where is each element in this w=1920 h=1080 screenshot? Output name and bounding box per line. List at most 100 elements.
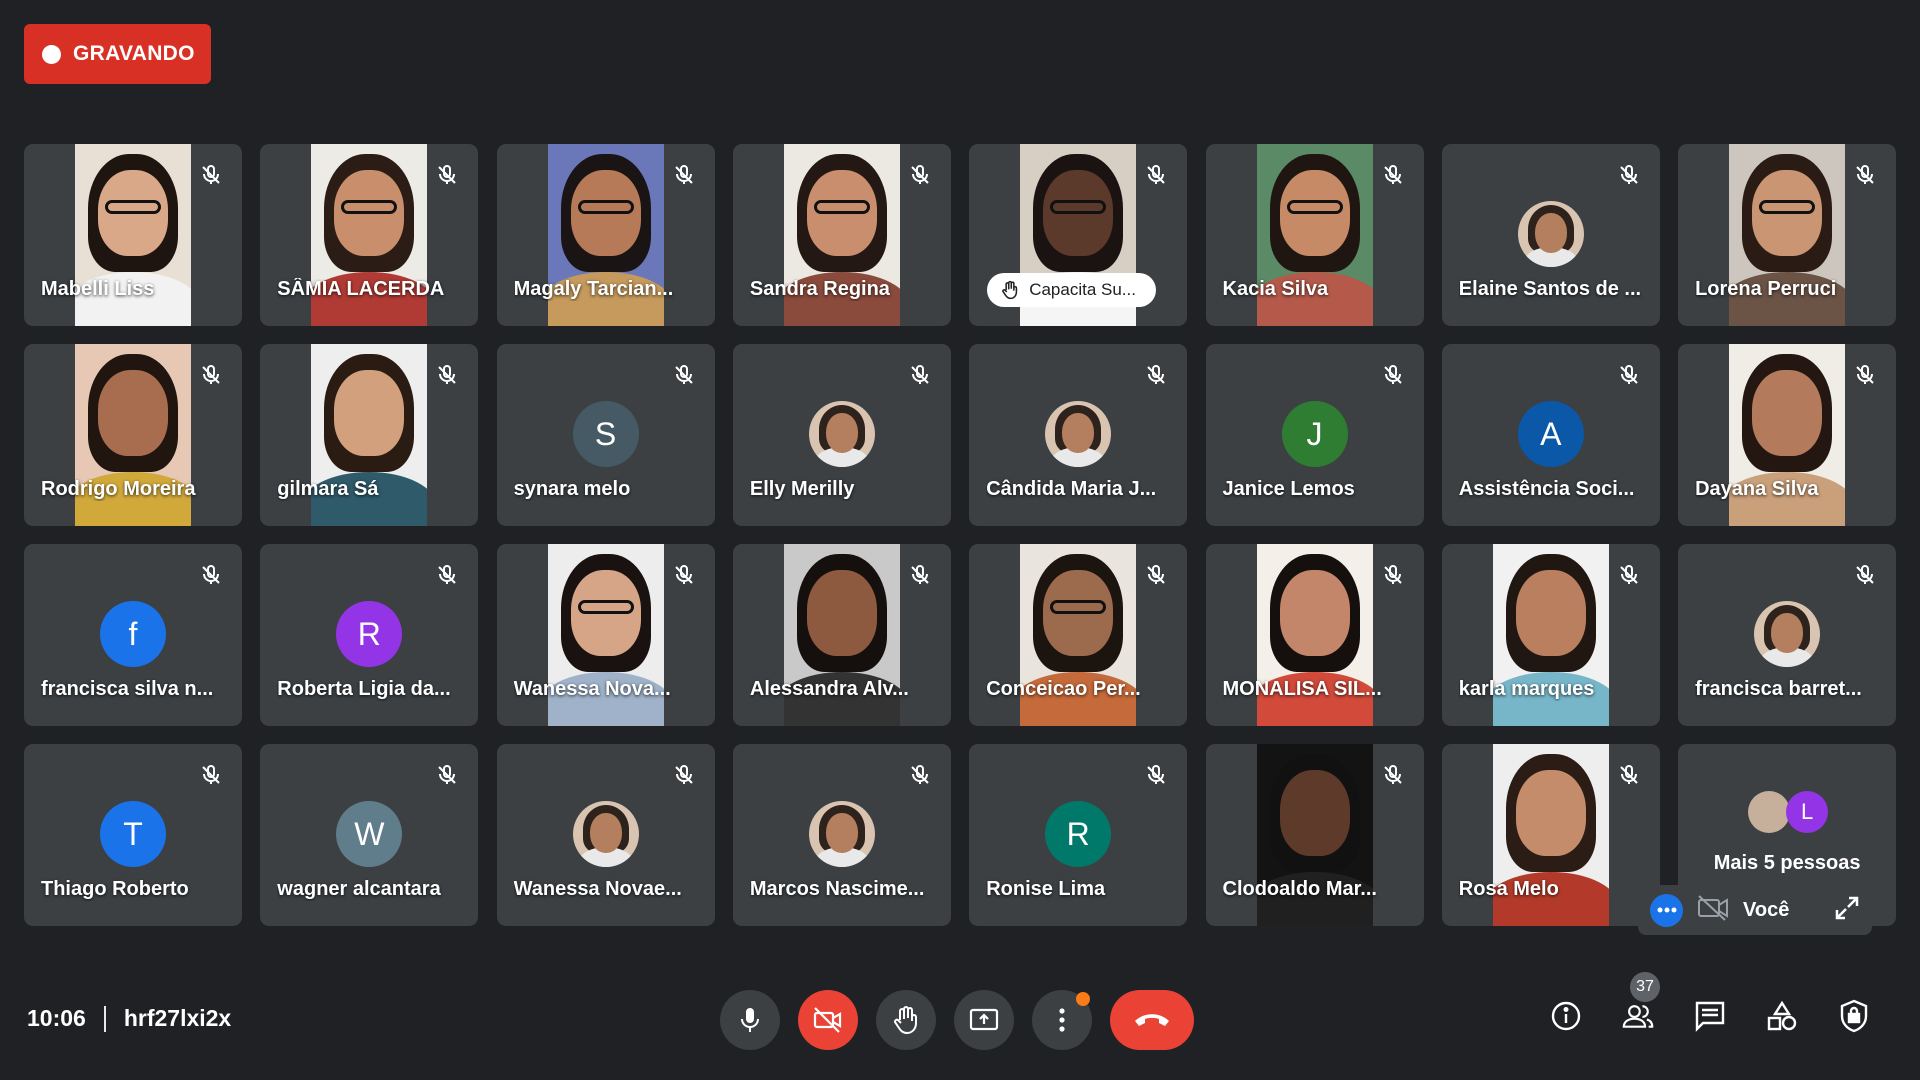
present-button[interactable]	[954, 990, 1014, 1050]
participant-tile[interactable]: francisca barret...	[1678, 544, 1897, 726]
mic-off-icon	[1375, 758, 1410, 792]
participant-tile[interactable]: T Thiago Roberto	[24, 744, 242, 926]
participant-name: karla marques	[1458, 678, 1595, 700]
participant-tile[interactable]: karla marques	[1441, 544, 1660, 726]
self-view-bar[interactable]: Você	[1638, 885, 1872, 935]
mic-off-icon	[1611, 558, 1646, 592]
participant-tile[interactable]: J Janice Lemos	[1205, 344, 1424, 526]
mic-off-icon	[902, 758, 937, 792]
host-controls-icon	[1840, 999, 1868, 1033]
participant-name: Roberta Ligia da...	[277, 678, 451, 700]
more-dots-icon[interactable]	[1650, 893, 1683, 927]
participant-name: Elaine Santos de ...	[1458, 278, 1642, 300]
participant-tile[interactable]: Dayana Silva	[1678, 344, 1897, 526]
participant-tile[interactable]: Marcos Nascime...	[732, 744, 951, 926]
mic-off-icon	[1375, 558, 1410, 592]
participant-name: synara melo	[513, 478, 631, 500]
participant-tile[interactable]: R Ronise Lima	[969, 744, 1188, 926]
microphone-button[interactable]	[720, 990, 780, 1050]
mic-off-icon	[1139, 358, 1174, 392]
camera-button[interactable]	[798, 990, 858, 1050]
participant-name: Wanessa Nova...	[513, 678, 671, 700]
participants-count-badge: 37	[1630, 972, 1660, 1002]
activities-button[interactable]	[1766, 1000, 1798, 1032]
more-options-button[interactable]	[1032, 990, 1092, 1050]
avatar: R	[336, 601, 403, 667]
mic-off-icon	[1848, 358, 1883, 392]
host-controls-button[interactable]	[1838, 999, 1870, 1033]
mic-off-icon	[666, 758, 701, 792]
participant-tile[interactable]: Lorena Perruci	[1678, 144, 1897, 326]
meeting-details: 10:06 hrf27lxi2x	[27, 1005, 231, 1032]
mic-off-icon	[430, 558, 465, 592]
participant-tile[interactable]: Elly Merilly	[732, 344, 951, 526]
participant-name: Elly Merilly	[749, 478, 855, 500]
mic-off-icon	[1139, 158, 1174, 192]
participant-name: gilmara Sá	[277, 478, 379, 500]
participant-name: Wanessa Novae...	[513, 878, 682, 900]
participant-tile[interactable]: gilmara Sá	[260, 344, 479, 526]
chat-button[interactable]	[1694, 1000, 1726, 1032]
avatar	[808, 401, 875, 467]
divider	[103, 1005, 106, 1032]
participant-tile[interactable]: Wanessa Nova...	[496, 544, 715, 726]
raise-hand-button[interactable]	[876, 990, 936, 1050]
mic-off-icon	[1848, 558, 1883, 592]
mic-off-icon	[666, 358, 701, 392]
avatar	[1754, 601, 1821, 667]
avatar: f	[100, 601, 166, 667]
participant-name: Alessandra Alv...	[749, 678, 909, 700]
people-button[interactable]: 37	[1622, 972, 1660, 1032]
participant-tile[interactable]: Cândida Maria J...	[969, 344, 1188, 526]
participant-tile[interactable]: Alessandra Alv...	[732, 544, 951, 726]
end-call-button[interactable]	[1110, 990, 1194, 1050]
activities-icon	[1767, 1000, 1797, 1031]
participant-tile[interactable]: Capacita Su...	[969, 144, 1188, 326]
mic-off-icon	[430, 758, 465, 792]
mic-off-icon	[902, 358, 937, 392]
more-participants-label: Mais 5 pessoas	[1713, 852, 1861, 874]
participant-tile[interactable]: Clodoaldo Mar...	[1205, 744, 1424, 926]
mic-off-icon	[666, 558, 701, 592]
mic-off-icon	[666, 158, 701, 192]
participant-name: Marcos Nascime...	[749, 878, 925, 900]
mic-off-icon	[1375, 158, 1410, 192]
participant-tile[interactable]: R Roberta Ligia da...	[260, 544, 479, 726]
participant-name: Thiago Roberto	[41, 878, 189, 900]
participant-tile[interactable]: f francisca silva n...	[24, 544, 242, 726]
participant-tile[interactable]: Ssynara melo	[496, 344, 715, 526]
participant-tile[interactable]: SÂMIA LACERDA	[260, 144, 479, 326]
participant-tile[interactable]: Magaly Tarcian...	[496, 144, 715, 326]
participant-tile[interactable]: Rosa Melo	[1441, 744, 1660, 926]
mic-off-icon	[902, 158, 937, 192]
participant-tile[interactable]: Mabelli Liss	[24, 144, 242, 326]
participant-name: Rosa Melo	[1458, 878, 1559, 900]
chat-icon	[1695, 1001, 1725, 1032]
clock-time: 10:06	[27, 1005, 86, 1031]
people-icon	[1622, 1005, 1654, 1028]
participant-name: Conceicao Per...	[986, 678, 1141, 700]
present-screen-icon	[969, 1008, 999, 1031]
participant-name: Sandra Regina	[749, 278, 890, 300]
participant-tile[interactable]: Rodrigo Moreira	[24, 344, 242, 526]
mic-off-icon	[1611, 758, 1646, 792]
avatar: J	[1281, 401, 1348, 467]
self-view-label: Você	[1743, 898, 1790, 921]
avatar: W	[336, 801, 403, 867]
participant-name: francisca barret...	[1695, 678, 1862, 700]
mic-off-icon	[430, 158, 465, 192]
participant-tile[interactable]: Conceicao Per...	[969, 544, 1188, 726]
participant-tile[interactable]: Wanessa Novae...	[496, 744, 715, 926]
participant-tile[interactable]: Elaine Santos de ...	[1441, 144, 1660, 326]
avatar	[1045, 401, 1112, 467]
participant-name: Lorena Perruci	[1695, 278, 1837, 300]
participant-tile[interactable]: Kacia Silva	[1205, 144, 1424, 326]
name-pill: Capacita Su...	[987, 273, 1156, 307]
participant-tile[interactable]: Wwagner alcantara	[260, 744, 479, 926]
meeting-info-button[interactable]	[1550, 1000, 1582, 1032]
mic-off-icon	[194, 758, 228, 792]
participant-tile[interactable]: MONALISA SIL...	[1205, 544, 1424, 726]
expand-icon[interactable]	[1834, 895, 1860, 926]
participant-tile[interactable]: A Assistência Soci...	[1441, 344, 1660, 526]
participant-tile[interactable]: Sandra Regina	[732, 144, 951, 326]
